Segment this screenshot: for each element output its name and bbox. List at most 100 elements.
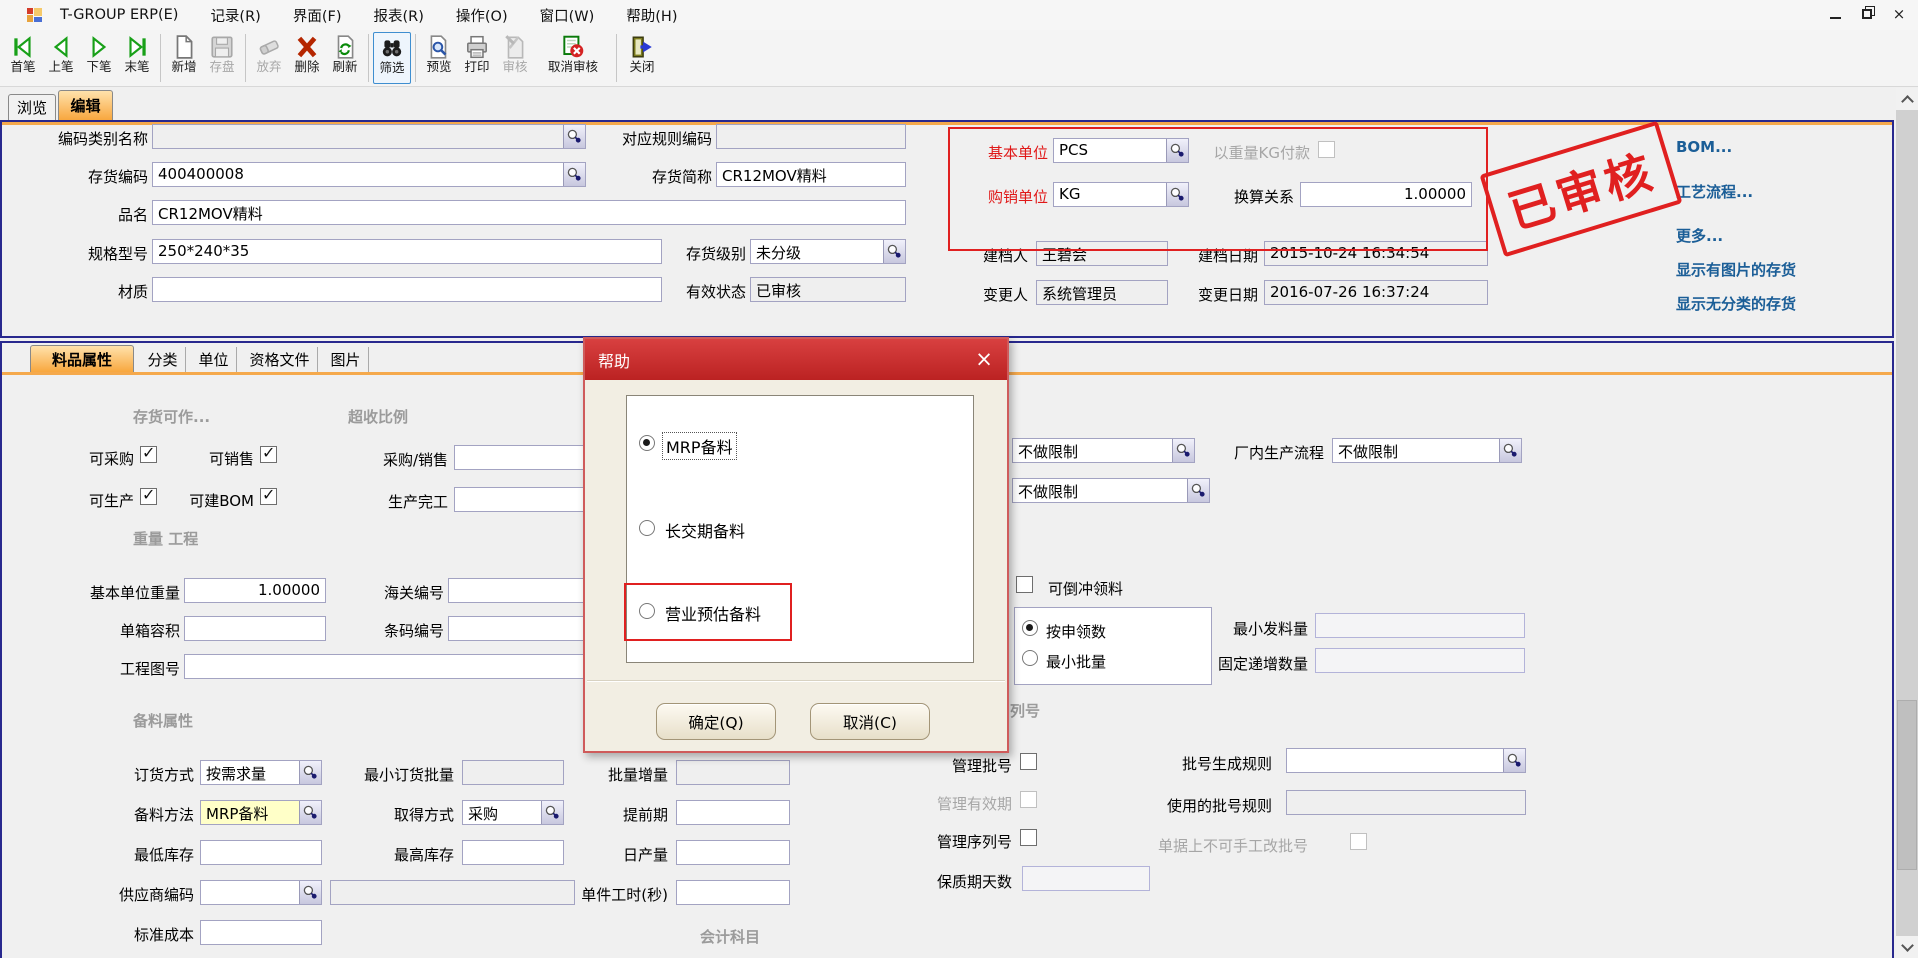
min-stock-field[interactable] bbox=[200, 840, 322, 865]
lookup-icon[interactable] bbox=[1166, 139, 1188, 162]
apply-qty-radio[interactable] bbox=[1022, 620, 1038, 636]
audit-button[interactable]: 审核 bbox=[496, 32, 534, 84]
ok-button[interactable]: 确定(Q) bbox=[656, 703, 776, 740]
close-button[interactable]: 关闭 bbox=[621, 32, 663, 84]
lookup-icon[interactable] bbox=[541, 801, 563, 824]
more-link[interactable]: 更多... bbox=[1676, 225, 1723, 246]
tab-browse[interactable]: 浏览 bbox=[8, 94, 56, 120]
menu-item-app[interactable]: T-GROUP ERP(E) bbox=[44, 7, 194, 23]
lookup-icon[interactable] bbox=[1187, 479, 1209, 502]
lookup-icon[interactable] bbox=[1499, 439, 1521, 462]
vertical-scrollbar[interactable] bbox=[1896, 88, 1918, 958]
lookup-icon[interactable] bbox=[299, 761, 321, 784]
menu-item-interface[interactable]: 界面(F) bbox=[277, 5, 358, 26]
new-button[interactable]: 新增 bbox=[165, 32, 203, 84]
lookup-icon[interactable] bbox=[299, 881, 321, 904]
reserve-method-field[interactable]: MRP备料 bbox=[200, 800, 322, 825]
backflush-checkbox[interactable] bbox=[1016, 576, 1033, 593]
manage-batch-checkbox[interactable] bbox=[1020, 753, 1037, 770]
acquire-mode-field[interactable]: 采购 bbox=[462, 800, 564, 825]
next-record-button[interactable]: 下笔 bbox=[80, 32, 118, 84]
subtab-classification[interactable]: 分类 bbox=[140, 347, 186, 372]
lookup-icon[interactable] bbox=[563, 125, 585, 148]
cancel-audit-button[interactable]: 取消审核 bbox=[534, 32, 612, 84]
lookup-icon[interactable] bbox=[1172, 439, 1194, 462]
batch-rule-field[interactable] bbox=[1286, 748, 1526, 773]
conversion-field[interactable]: 1.00000 bbox=[1300, 182, 1472, 207]
no-manual-batch-checkbox[interactable] bbox=[1350, 833, 1367, 850]
scroll-down-button[interactable] bbox=[1896, 936, 1918, 958]
coding-category-field[interactable] bbox=[152, 124, 586, 149]
manage-validity-checkbox[interactable] bbox=[1020, 791, 1037, 808]
lookup-icon[interactable] bbox=[563, 163, 585, 186]
mrp-reserve-option[interactable]: MRP备料 bbox=[663, 433, 736, 459]
close-window-button[interactable]: × bbox=[1890, 4, 1908, 24]
subtab-image[interactable]: 图片 bbox=[323, 347, 369, 372]
subtab-unit[interactable]: 单位 bbox=[191, 347, 237, 372]
first-record-button[interactable]: 首笔 bbox=[4, 32, 42, 84]
scroll-up-button[interactable] bbox=[1896, 88, 1918, 110]
drawing-no-field[interactable] bbox=[184, 654, 620, 679]
prev-record-button[interactable]: 上笔 bbox=[42, 32, 80, 84]
sales-forecast-reserve-option[interactable]: 营业预估备料 bbox=[665, 601, 761, 625]
bom-link[interactable]: BOM... bbox=[1676, 138, 1732, 156]
shelf-days-field[interactable] bbox=[1022, 866, 1150, 891]
limit2-field[interactable]: 不做限制 bbox=[1012, 478, 1210, 503]
abandon-button[interactable]: 放弃 bbox=[250, 32, 288, 84]
unit-hours-field[interactable] bbox=[676, 880, 790, 905]
print-button[interactable]: 打印 bbox=[458, 32, 496, 84]
can-bom-checkbox[interactable] bbox=[260, 488, 277, 505]
item-name-field[interactable]: CR12MOV精料 bbox=[152, 200, 906, 225]
cancel-dialog-button[interactable]: 取消(C) bbox=[810, 703, 930, 740]
std-cost-field[interactable] bbox=[200, 920, 322, 945]
min-batch-radio[interactable] bbox=[1022, 650, 1038, 666]
subtab-qualification[interactable]: 资格文件 bbox=[242, 347, 318, 372]
spec-field[interactable]: 250*240*35 bbox=[152, 239, 662, 264]
daily-output-field[interactable] bbox=[676, 840, 790, 865]
lookup-icon[interactable] bbox=[1166, 183, 1188, 206]
scrollbar-thumb[interactable] bbox=[1897, 700, 1917, 870]
item-level-field[interactable]: 未分级 bbox=[750, 239, 906, 264]
box-volume-field[interactable] bbox=[184, 616, 326, 641]
rule-code-field[interactable] bbox=[716, 124, 906, 149]
preview-button[interactable]: 预览 bbox=[420, 32, 458, 84]
refresh-button[interactable]: 刷新 bbox=[326, 32, 364, 84]
filter-button[interactable]: 筛选 bbox=[373, 32, 411, 84]
menu-item-record[interactable]: 记录(R) bbox=[194, 5, 276, 26]
purchasable-checkbox[interactable] bbox=[140, 446, 157, 463]
dialog-title-bar[interactable]: 帮助 bbox=[585, 339, 1007, 380]
long-lead-reserve-radio[interactable] bbox=[639, 520, 655, 536]
limit1-field[interactable]: 不做限制 bbox=[1012, 438, 1195, 463]
manage-serial-checkbox[interactable] bbox=[1020, 829, 1037, 846]
base-unit-weight-field[interactable]: 1.00000 bbox=[184, 578, 326, 603]
minimize-button[interactable] bbox=[1826, 4, 1844, 24]
long-lead-reserve-option[interactable]: 长交期备料 bbox=[665, 518, 745, 542]
restore-button[interactable] bbox=[1858, 4, 1876, 24]
lookup-icon[interactable] bbox=[883, 240, 905, 263]
sales-forecast-reserve-radio[interactable] bbox=[639, 603, 655, 619]
order-mode-field[interactable]: 按需求量 bbox=[200, 760, 322, 785]
base-unit-field[interactable]: PCS bbox=[1053, 138, 1189, 163]
factory-flow-field[interactable]: 不做限制 bbox=[1332, 438, 1522, 463]
subtab-item-attributes[interactable]: 料品属性 bbox=[30, 345, 134, 372]
show-unclassified-link[interactable]: 显示无分类的存货 bbox=[1676, 293, 1796, 314]
process-flow-link[interactable]: 工艺流程... bbox=[1676, 181, 1753, 202]
delete-button[interactable]: 删除 bbox=[288, 32, 326, 84]
dialog-close-icon[interactable]: × bbox=[969, 345, 999, 373]
show-with-image-link[interactable]: 显示有图片的存货 bbox=[1676, 259, 1796, 280]
max-stock-field[interactable] bbox=[462, 840, 564, 865]
menu-item-help[interactable]: 帮助(H) bbox=[610, 5, 693, 26]
lead-time-field[interactable] bbox=[676, 800, 790, 825]
save-button[interactable]: 存盘 bbox=[203, 32, 241, 84]
last-record-button[interactable]: 末笔 bbox=[118, 32, 156, 84]
trade-unit-field[interactable]: KG bbox=[1053, 182, 1189, 207]
producible-checkbox[interactable] bbox=[140, 488, 157, 505]
item-code-field[interactable]: 400400008 bbox=[152, 162, 586, 187]
menu-item-operate[interactable]: 操作(O) bbox=[440, 5, 524, 26]
mrp-reserve-radio[interactable] bbox=[639, 435, 655, 451]
sellable-checkbox[interactable] bbox=[260, 446, 277, 463]
tab-edit[interactable]: 编辑 bbox=[58, 90, 113, 120]
pay-by-kg-checkbox[interactable] bbox=[1318, 141, 1335, 158]
menu-item-report[interactable]: 报表(R) bbox=[357, 5, 439, 26]
supplier-code-field[interactable] bbox=[200, 880, 322, 905]
